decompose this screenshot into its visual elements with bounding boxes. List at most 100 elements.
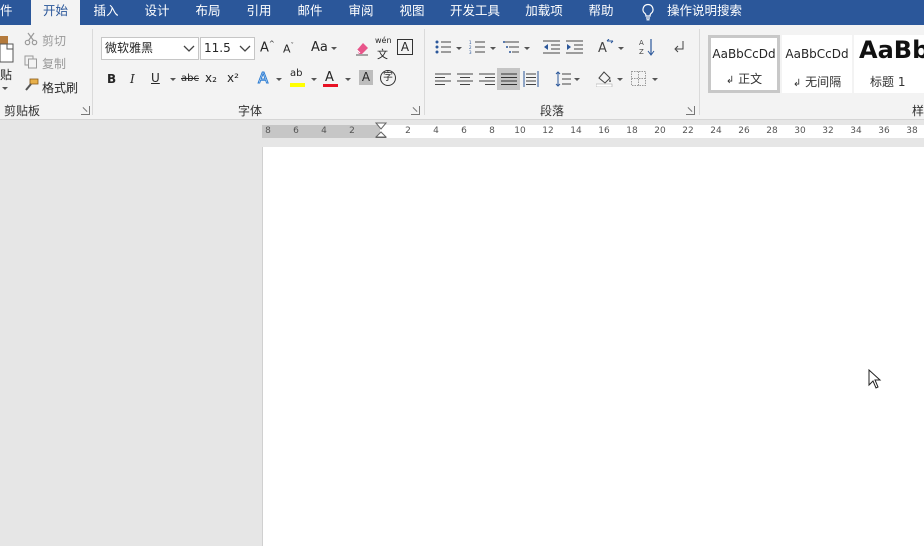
subscript-button[interactable]: x₂ — [205, 71, 217, 85]
paste-icon[interactable] — [0, 34, 14, 64]
chinese-layout-caret[interactable] — [618, 47, 624, 50]
tab-view[interactable]: 视图 — [392, 0, 432, 25]
ruler-tick-label: 24 — [710, 126, 722, 136]
clipboard-dialog-launcher[interactable] — [81, 106, 90, 115]
bullets-icon[interactable] — [435, 40, 451, 54]
font-dialog-launcher[interactable] — [411, 106, 420, 115]
document-page[interactable] — [262, 147, 924, 546]
superscript-button[interactable]: x² — [227, 71, 239, 85]
ruler-tick-label: 6 — [293, 126, 299, 136]
grow-font-button[interactable]: A^ — [260, 40, 275, 55]
font-color-button[interactable]: A — [325, 70, 334, 85]
tab-addins[interactable]: 加载项 — [521, 0, 567, 25]
style-heading-1[interactable]: AaBb 标题 1 — [854, 35, 924, 93]
multilevel-caret[interactable] — [524, 47, 530, 50]
tab-insert[interactable]: 插入 — [86, 0, 126, 25]
justify-icon[interactable] — [501, 73, 517, 85]
enclose-characters-button[interactable]: 字 — [380, 70, 396, 86]
svg-text:A: A — [639, 39, 644, 47]
borders-icon[interactable] — [631, 71, 646, 86]
ruler-tick-label: 22 — [682, 126, 694, 136]
ribbon-tab-bar: 件 开始 插入 设计 布局 引用 邮件 审阅 视图 开发工具 加载项 帮助 操作… — [0, 0, 924, 26]
underline-button[interactable]: U — [151, 71, 160, 85]
chinese-layout-icon[interactable]: A — [597, 39, 615, 54]
text-effects-caret[interactable] — [276, 78, 282, 81]
ribbon-home: 贴 剪切 复制 格式刷 剪贴板 微软雅黑 11.5 A^ Aˇ Aa wén 文… — [0, 25, 924, 120]
tab-review[interactable]: 审阅 — [341, 0, 381, 25]
tab-layout[interactable]: 布局 — [188, 0, 228, 25]
bullets-caret[interactable] — [456, 47, 462, 50]
style-no-spacing[interactable]: AaBbCcDd ↲ 无间隔 — [782, 35, 852, 93]
group-label-clipboard: 剪贴板 — [4, 104, 41, 118]
italic-button[interactable]: I — [130, 72, 135, 86]
align-right-icon[interactable] — [479, 73, 495, 85]
character-border-button[interactable]: A — [397, 39, 413, 55]
ruler-tick-label: 18 — [626, 126, 638, 136]
paragraph-dialog-launcher[interactable] — [686, 106, 695, 115]
lightbulb-icon[interactable] — [640, 3, 656, 21]
multilevel-list-icon[interactable] — [503, 40, 519, 54]
chevron-down-icon[interactable] — [183, 45, 195, 53]
text-effects-button[interactable]: A — [257, 69, 268, 88]
character-shading-button[interactable]: A — [359, 70, 373, 85]
cut-button[interactable]: 剪切 — [42, 32, 66, 49]
highlight-caret[interactable] — [311, 78, 317, 81]
clear-formatting-icon[interactable] — [354, 40, 370, 56]
strikethrough-button[interactable]: abc — [181, 73, 199, 84]
ruler-tick-label: 32 — [822, 126, 834, 136]
ruler-tick-label: 12 — [542, 126, 554, 136]
font-size-combo[interactable]: 11.5 — [200, 37, 255, 60]
font-name-combo[interactable]: 微软雅黑 — [101, 37, 199, 60]
ruler-tick-label: 6 — [461, 126, 467, 136]
paste-button-label[interactable]: 贴 — [0, 66, 12, 83]
format-painter-button[interactable]: 格式刷 — [42, 79, 78, 96]
decrease-indent-icon[interactable] — [543, 40, 560, 54]
tell-me-search[interactable]: 操作说明搜索 — [667, 0, 743, 25]
phonetic-guide-button[interactable]: 文 — [377, 46, 388, 62]
font-name-value: 微软雅黑 — [105, 41, 154, 55]
ruler-tick-label: 20 — [654, 126, 666, 136]
font-size-value: 11.5 — [204, 41, 231, 55]
tab-references[interactable]: 引用 — [239, 0, 279, 25]
numbering-icon[interactable]: 123 — [469, 40, 485, 54]
group-divider — [699, 29, 700, 115]
tab-home[interactable]: 开始 — [31, 0, 80, 26]
borders-caret[interactable] — [652, 78, 658, 81]
phonetic-guide-top[interactable]: wén — [375, 36, 392, 45]
ruler-tick-label: 28 — [766, 126, 778, 136]
paste-dropdown-caret[interactable] — [2, 87, 8, 90]
tab-developer[interactable]: 开发工具 — [446, 0, 504, 25]
shrink-font-button[interactable]: Aˇ — [283, 42, 294, 56]
ruler-tick-label: 38 — [906, 126, 918, 136]
shading-caret[interactable] — [617, 78, 623, 81]
chevron-down-icon[interactable] — [239, 45, 251, 53]
bold-button[interactable]: B — [107, 72, 116, 86]
line-spacing-caret[interactable] — [574, 78, 580, 81]
ruler-tick-label: 16 — [598, 126, 610, 136]
show-formatting-marks-icon[interactable] — [673, 40, 685, 54]
underline-caret[interactable] — [170, 78, 176, 81]
font-color-caret[interactable] — [345, 78, 351, 81]
group-label-font: 字体 — [238, 104, 263, 118]
svg-text:Z: Z — [639, 48, 644, 56]
group-label-styles: 样 — [912, 104, 924, 118]
change-case-button[interactable]: Aa — [311, 40, 328, 55]
tab-design[interactable]: 设计 — [137, 0, 177, 25]
tab-mailings[interactable]: 邮件 — [290, 0, 330, 25]
numbering-caret[interactable] — [490, 47, 496, 50]
ruler-tick-label: 30 — [794, 126, 806, 136]
distributed-icon[interactable] — [523, 71, 539, 87]
shading-icon[interactable] — [596, 70, 613, 87]
highlight-button[interactable]: ab — [290, 68, 302, 79]
scissors-icon — [24, 32, 38, 46]
style-normal[interactable]: AaBbCcDd ↲ 正文 — [708, 35, 780, 93]
change-case-caret[interactable] — [331, 47, 337, 50]
tab-file[interactable]: 件 — [0, 0, 16, 25]
copy-button[interactable]: 复制 — [42, 55, 66, 72]
align-left-icon[interactable] — [435, 73, 451, 85]
align-center-icon[interactable] — [457, 73, 473, 85]
increase-indent-icon[interactable] — [566, 40, 583, 54]
line-spacing-icon[interactable] — [555, 71, 571, 87]
sort-icon[interactable]: AZ — [639, 38, 655, 56]
tab-help[interactable]: 帮助 — [582, 0, 620, 25]
